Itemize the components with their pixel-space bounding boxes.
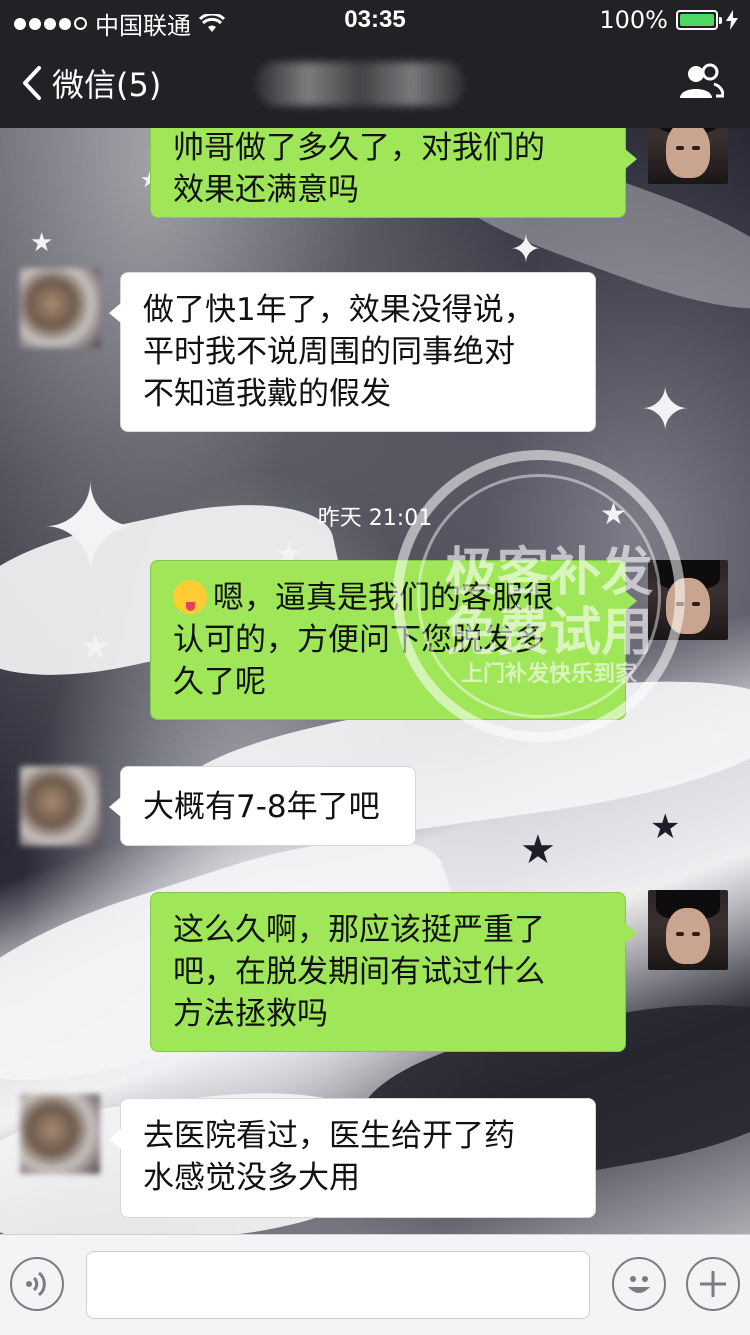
message-input[interactable] — [86, 1251, 590, 1319]
charging-bolt-icon — [726, 10, 738, 30]
message-bubble-incoming[interactable]: 做了快1年了，效果没得说， 平时我不说周围的同事绝对 不知道我戴的假发 — [109, 272, 596, 432]
avatar-self[interactable] — [648, 890, 728, 970]
message-bubble-incoming[interactable]: 去医院看过，医生给开了药 水感觉没多大用 — [109, 1098, 596, 1218]
emoji-face-icon — [628, 1276, 650, 1293]
back-label: 微信(5) — [52, 66, 162, 104]
message-bubble-outgoing[interactable]: 帅哥做了多久了，对我们的 效果还满意吗 — [150, 128, 637, 218]
avatar-contact[interactable] — [20, 1094, 100, 1174]
message-bubble-incoming[interactable]: 大概有7-8年了吧 — [109, 766, 416, 846]
avatar-contact[interactable] — [20, 268, 100, 348]
back-button[interactable]: 微信(5) — [20, 60, 161, 106]
emoji-button[interactable] — [612, 1257, 666, 1311]
input-bar — [0, 1234, 750, 1335]
nav-bar: 微信(5) — [0, 40, 750, 128]
people-icon[interactable] — [678, 62, 724, 102]
chat-area[interactable]: 帅哥做了多久了，对我们的 效果还满意吗 做了快1年了，效果没得说， 平时我不说周… — [0, 128, 750, 1234]
message-bubble-outgoing[interactable]: 这么久啊，那应该挺严重了 吧，在脱发期间有试过什么 方法拯救吗 — [150, 892, 637, 1052]
chevron-left-icon — [23, 66, 41, 100]
winking-tongue-emoji — [173, 580, 207, 614]
voice-icon — [26, 1271, 46, 1297]
battery-percent: 100% — [599, 6, 668, 34]
status-bar: 中国联通 03:35 100% — [0, 0, 750, 40]
chat-title-blurred — [255, 62, 465, 106]
avatar-self[interactable] — [648, 128, 728, 184]
battery-icon — [676, 10, 722, 30]
plus-icon — [700, 1271, 726, 1297]
avatar-contact[interactable] — [20, 766, 100, 846]
watermark-stamp: 极客补发 免费试用 上门补发快乐到家 — [393, 450, 685, 742]
plus-button[interactable] — [686, 1257, 740, 1311]
voice-button[interactable] — [10, 1257, 64, 1311]
